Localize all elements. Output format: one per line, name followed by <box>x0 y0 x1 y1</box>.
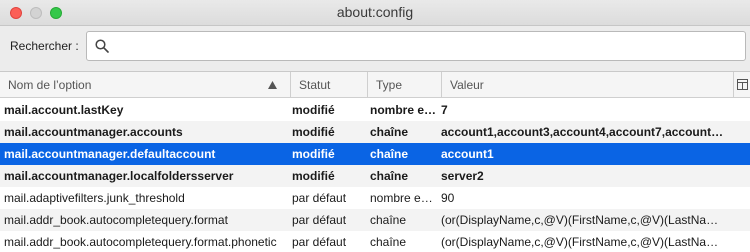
column-header-status[interactable]: Statut <box>291 72 368 98</box>
row-status: modifié <box>292 103 335 117</box>
row-value: 90 <box>441 191 455 205</box>
row-value: 7 <box>441 103 448 117</box>
row-value: server2 <box>441 169 484 183</box>
row-name: mail.account.lastKey <box>4 103 124 117</box>
table-row-selected[interactable]: mail.accountmanager.defaultaccount modif… <box>0 143 750 165</box>
row-type: chaîne <box>370 169 409 183</box>
row-name: mail.accountmanager.defaultaccount <box>4 147 216 161</box>
sort-ascending-icon[interactable] <box>268 81 277 89</box>
row-name: mail.addr_book.autocompletequery.format.… <box>4 235 277 249</box>
column-picker-icon <box>737 79 748 90</box>
row-type: nombre e… <box>370 103 437 117</box>
table-row[interactable]: mail.account.lastKey modifié nombre e… 7 <box>0 99 750 121</box>
row-name: mail.adaptivefilters.junk_threshold <box>4 191 185 205</box>
table-row[interactable]: mail.accountmanager.accounts modifié cha… <box>0 121 750 143</box>
row-type: chaîne <box>370 213 407 227</box>
row-status: par défaut <box>292 191 347 205</box>
column-header-name-label: Nom de l’option <box>8 78 92 92</box>
search-row: Rechercher : <box>0 27 750 67</box>
table-row[interactable]: mail.addr_book.autocompletequery.format.… <box>0 231 750 252</box>
row-status: modifié <box>292 147 335 161</box>
search-input[interactable] <box>115 36 735 56</box>
table-row[interactable]: mail.addr_book.autocompletequery.format … <box>0 209 750 231</box>
table-row[interactable]: mail.accountmanager.localfoldersserver m… <box>0 165 750 187</box>
table-header: Nom de l’option Statut Type Valeur <box>0 72 750 98</box>
search-label: Rechercher : <box>10 39 79 53</box>
column-header-type-label: Type <box>376 78 403 92</box>
row-type: chaîne <box>370 147 409 161</box>
row-value: account1,account3,account4,account7,acco… <box>441 125 727 139</box>
row-status: par défaut <box>292 235 347 249</box>
row-status: modifié <box>292 125 335 139</box>
column-picker-button[interactable] <box>734 72 750 98</box>
table-body: mail.account.lastKey modifié nombre e… 7… <box>0 99 750 252</box>
column-header-status-label: Statut <box>299 78 331 92</box>
search-icon <box>95 39 109 53</box>
row-value: account1 <box>441 147 494 161</box>
row-name: mail.addr_book.autocompletequery.format <box>4 213 228 227</box>
row-status: modifié <box>292 169 335 183</box>
row-type: chaîne <box>370 235 407 249</box>
search-box[interactable] <box>86 31 746 61</box>
column-header-value[interactable]: Valeur <box>442 72 734 98</box>
title-bar: about:config <box>0 0 750 26</box>
preferences-table: Nom de l’option Statut Type Valeur mail.… <box>0 71 750 252</box>
column-header-value-label: Valeur <box>450 78 484 92</box>
row-name: mail.accountmanager.localfoldersserver <box>4 169 234 183</box>
row-value: (or(DisplayName,c,@V)(FirstName,c,@V)(La… <box>441 235 727 249</box>
row-status: par défaut <box>292 213 347 227</box>
table-row[interactable]: mail.adaptivefilters.junk_threshold par … <box>0 187 750 209</box>
column-header-name[interactable]: Nom de l’option <box>0 72 291 98</box>
row-value: (or(DisplayName,c,@V)(FirstName,c,@V)(La… <box>441 213 727 227</box>
row-name: mail.accountmanager.accounts <box>4 125 183 139</box>
row-type: nombre en… <box>370 191 438 205</box>
row-type: chaîne <box>370 125 409 139</box>
window-title: about:config <box>336 4 414 20</box>
column-header-type[interactable]: Type <box>368 72 442 98</box>
